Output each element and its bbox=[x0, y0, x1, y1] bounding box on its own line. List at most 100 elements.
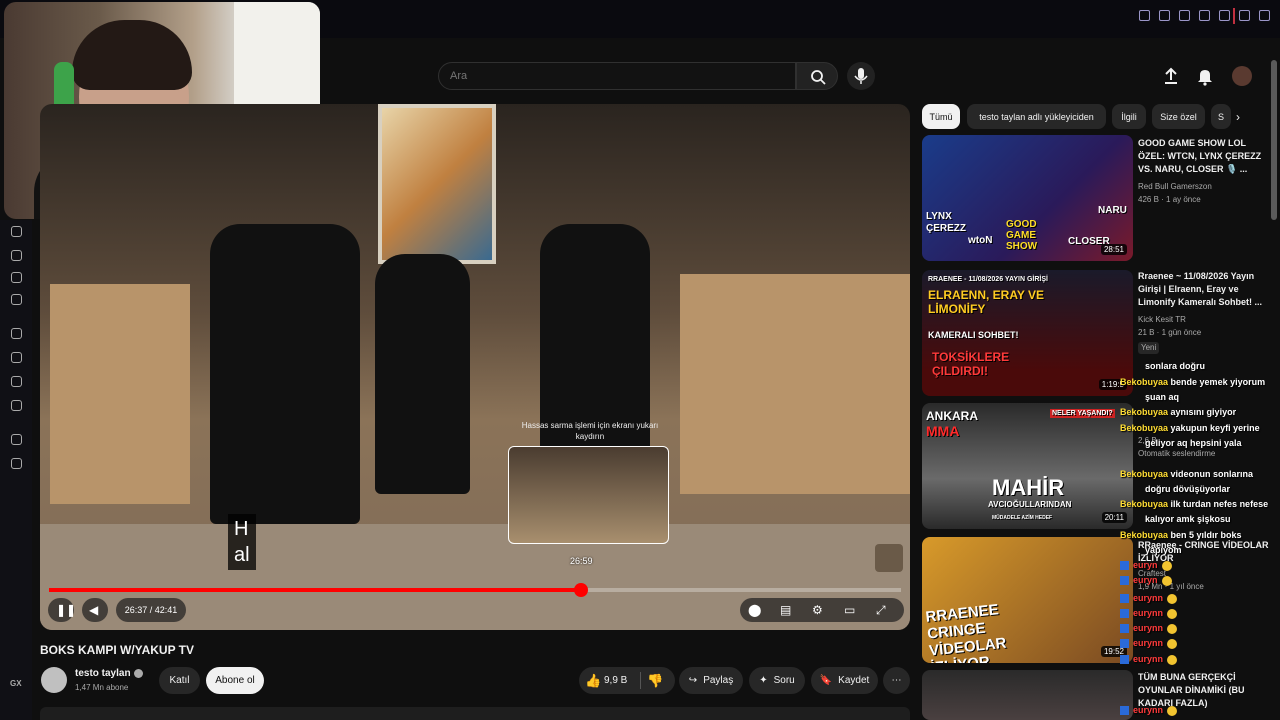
search-icon bbox=[811, 70, 826, 85]
share-button[interactable]: ↪ Paylaş bbox=[679, 667, 743, 694]
thumbnail-text: GOOD GAME SHOW bbox=[1006, 219, 1038, 252]
emote-icon bbox=[1167, 623, 1178, 634]
download-icon[interactable] bbox=[1239, 10, 1250, 21]
account-avatar[interactable] bbox=[1232, 66, 1252, 86]
pin-icon[interactable] bbox=[1139, 10, 1150, 21]
more-actions-button[interactable]: ⋯ bbox=[883, 667, 910, 694]
browser-extension-icons bbox=[1139, 10, 1270, 21]
thumbnail-text: RRAENEE - 11/08/2026 YAYIN GİRİŞİ bbox=[928, 276, 1048, 283]
menu-icon[interactable] bbox=[1259, 10, 1270, 21]
subtitles-icon[interactable]: ▤ bbox=[780, 604, 791, 616]
miniplayer-icon[interactable]: ▭ bbox=[844, 604, 855, 616]
ask-label: Soru bbox=[773, 675, 795, 686]
channel-watermark[interactable] bbox=[875, 544, 903, 572]
recommended-thumbnail[interactable]: RRAENEE - 11/08/2026 YAYIN GİRİŞİ ELRAEN… bbox=[922, 270, 1133, 396]
notifications-button[interactable] bbox=[1194, 65, 1216, 87]
pause-icon: ❚❚ bbox=[56, 603, 77, 617]
browser-sidebar: GX bbox=[0, 220, 32, 720]
badge-icon bbox=[1120, 706, 1129, 716]
badge-icon bbox=[1120, 594, 1129, 604]
thumbnail-text: NARU bbox=[1098, 205, 1127, 216]
auto-dub-badge: Otomatik seslendirme bbox=[1138, 449, 1216, 458]
chat-message: yapıyom bbox=[1145, 545, 1182, 555]
recommended-thumbnail[interactable] bbox=[922, 670, 1133, 720]
toolbar-divider bbox=[1233, 8, 1235, 24]
recommended-stats: 426 B · 1 ay önce bbox=[1138, 195, 1201, 204]
clock-icon[interactable] bbox=[11, 434, 22, 445]
search-input[interactable] bbox=[439, 63, 795, 89]
recommended-title[interactable]: GOOD GAME SHOW LOL ÖZEL: WTCN, LYNX ÇERE… bbox=[1138, 137, 1273, 176]
description-box[interactable] bbox=[40, 707, 910, 720]
fullscreen-icon[interactable]: ⤢ bbox=[876, 604, 886, 616]
thumbnail-text: TOKSİKLERE ÇILDIRDI! bbox=[932, 350, 1010, 378]
instagram-icon[interactable] bbox=[11, 400, 22, 411]
dislike-icon[interactable]: 👎 bbox=[647, 673, 663, 689]
like-icon[interactable]: 👍 bbox=[585, 673, 601, 689]
like-count[interactable]: 9,9 B bbox=[604, 675, 627, 686]
recommended-title[interactable]: Rraenee ~ 11/08/2026 Yayın Girişi | Elra… bbox=[1138, 270, 1273, 309]
whatsapp-icon[interactable] bbox=[11, 376, 22, 387]
recommended-channel[interactable]: Kick Kesit TR bbox=[1138, 314, 1186, 326]
progress-bar[interactable] bbox=[49, 583, 901, 597]
recommended-thumbnail[interactable]: RRAENEE CRINGE VİDEOLAR İZLİYOR 19:52 bbox=[922, 537, 1133, 663]
join-button[interactable]: Katıl bbox=[159, 667, 200, 694]
autoplay-toggle-icon[interactable]: ⬤ bbox=[748, 604, 761, 616]
wall-panel bbox=[50, 284, 190, 504]
chip-more[interactable]: S bbox=[1211, 104, 1231, 129]
settings-gear-icon[interactable]: ⚙ bbox=[812, 604, 823, 616]
create-button[interactable] bbox=[1160, 65, 1182, 87]
recommended-thumbnail[interactable]: ANKARA MMA NELER YAŞANDI? MAHİR AVCIOĞUL… bbox=[922, 403, 1133, 529]
channel-name[interactable]: testo taylan bbox=[75, 668, 131, 679]
bell-icon bbox=[1198, 70, 1212, 86]
history-icon[interactable] bbox=[11, 226, 22, 237]
chip-uploader[interactable]: testo taylan adlı yükleyiciden bbox=[967, 104, 1106, 129]
chip-for-you[interactable]: Size özel bbox=[1152, 104, 1205, 129]
chat-message: kalıyor amk şişkosu bbox=[1145, 514, 1231, 524]
chip-related[interactable]: İlgili bbox=[1112, 104, 1146, 129]
percent-icon[interactable] bbox=[11, 352, 22, 363]
wall-poster bbox=[378, 104, 496, 264]
pause-button[interactable]: ❚❚ bbox=[48, 598, 77, 622]
caption-line: H bbox=[234, 518, 249, 540]
chat-message: eurynn bbox=[1120, 704, 1178, 716]
chat-message: eurynn bbox=[1120, 607, 1178, 619]
video-player[interactable]: H al Hassas sarma işlemi için ekranı yuk… bbox=[40, 104, 910, 630]
recommended-thumbnail[interactable]: LYNX ÇEREZZ NARU wtoN CLOSER GOOD GAME S… bbox=[922, 135, 1133, 261]
more-icon: ⋯ bbox=[891, 675, 902, 686]
video-title: BOKS KAMPI W/YAKUP TV bbox=[40, 643, 195, 657]
page-scrollbar[interactable] bbox=[1271, 60, 1277, 220]
screenshot-icon[interactable] bbox=[1159, 10, 1170, 21]
chip-all[interactable]: Tümü bbox=[922, 104, 960, 129]
search-box[interactable] bbox=[438, 62, 796, 90]
youtube-header bbox=[330, 55, 1280, 97]
play-icon[interactable] bbox=[1199, 10, 1210, 21]
shield-icon[interactable] bbox=[1179, 10, 1190, 21]
volume-button[interactable]: ◀ bbox=[82, 598, 108, 622]
caption-line: al bbox=[234, 544, 250, 566]
closed-caption: H al bbox=[228, 514, 256, 570]
emote-icon bbox=[1167, 705, 1178, 716]
edit-icon[interactable] bbox=[11, 250, 22, 261]
upload-icon bbox=[1165, 67, 1177, 84]
thumbnail-text: ELRAENN, ERAY VE LİMONİFY bbox=[928, 288, 1045, 316]
wallet-icon[interactable] bbox=[11, 272, 22, 283]
chat-message: Bekobuyaa bende yemek yiyorum bbox=[1120, 377, 1266, 387]
badge-icon bbox=[1120, 624, 1129, 634]
voice-search-button[interactable] bbox=[847, 62, 875, 90]
save-button[interactable]: 🔖 Kaydet bbox=[811, 667, 878, 694]
subscribe-button[interactable]: Abone ol bbox=[206, 667, 264, 694]
chat-message: Bekobuyaa videonun sonlarına bbox=[1120, 469, 1254, 479]
webcam-person-hair bbox=[72, 20, 192, 90]
heart-icon[interactable] bbox=[1219, 10, 1230, 21]
messenger-icon[interactable] bbox=[11, 294, 22, 305]
chat-message: Bekobuyaa ben 5 yıldır boks bbox=[1120, 530, 1242, 540]
channel-avatar[interactable] bbox=[41, 667, 67, 693]
ask-button[interactable]: ✦ Soru bbox=[749, 667, 805, 694]
badge-icon bbox=[1120, 561, 1129, 571]
recommended-channel[interactable]: Red Bull Gamerszon bbox=[1138, 181, 1212, 193]
settings-icon[interactable] bbox=[11, 458, 22, 469]
scrubber-handle[interactable] bbox=[573, 583, 588, 597]
vpn-icon[interactable] bbox=[11, 328, 22, 339]
search-button[interactable] bbox=[796, 62, 838, 90]
chevron-right-icon[interactable]: › bbox=[1236, 110, 1240, 124]
